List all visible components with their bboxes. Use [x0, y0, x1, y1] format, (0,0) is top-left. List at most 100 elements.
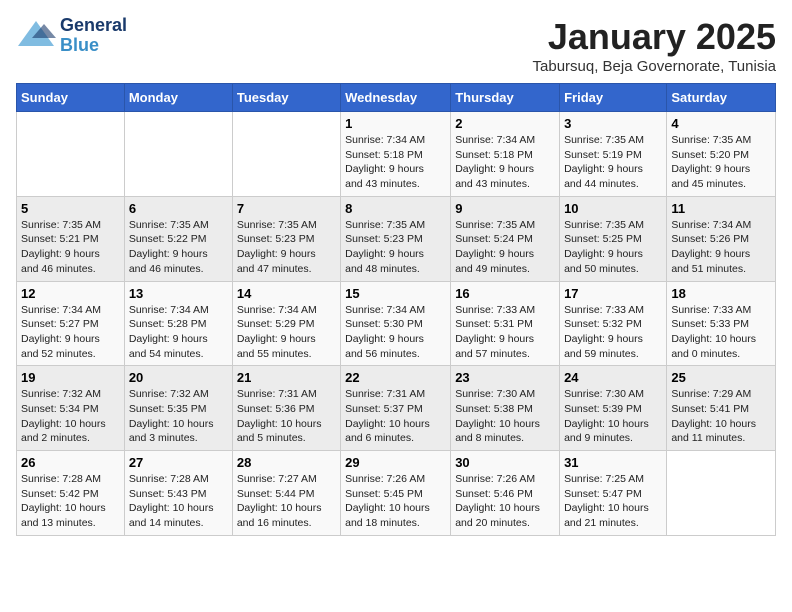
day-number: 21 [237, 370, 336, 385]
calendar-table: Sunday Monday Tuesday Wednesday Thursday… [16, 83, 776, 536]
day-number: 23 [455, 370, 555, 385]
logo-icon [16, 16, 56, 56]
day-info: Sunrise: 7:34 AM Sunset: 5:29 PM Dayligh… [237, 303, 336, 362]
title-block: January 2025 Tabursuq, Beja Governorate,… [533, 16, 776, 75]
calendar-cell [124, 112, 232, 197]
calendar-cell: 31 Sunrise: 7:25 AM Sunset: 5:47 PM Dayli… [560, 451, 667, 536]
day-info: Sunrise: 7:27 AM Sunset: 5:44 PM Dayligh… [237, 472, 336, 531]
calendar-cell: 23 Sunrise: 7:30 AM Sunset: 5:38 PM Dayli… [451, 366, 560, 451]
day-number: 8 [345, 201, 446, 216]
calendar-cell: 7 Sunrise: 7:35 AM Sunset: 5:23 PM Daylig… [232, 196, 340, 281]
col-tuesday: Tuesday [232, 84, 340, 112]
day-number: 1 [345, 116, 446, 131]
calendar-cell: 22 Sunrise: 7:31 AM Sunset: 5:37 PM Dayli… [341, 366, 451, 451]
day-number: 15 [345, 286, 446, 301]
day-info: Sunrise: 7:35 AM Sunset: 5:23 PM Dayligh… [237, 218, 336, 277]
calendar-cell: 20 Sunrise: 7:32 AM Sunset: 5:35 PM Dayli… [124, 366, 232, 451]
logo: General Blue [16, 16, 127, 56]
day-number: 11 [671, 201, 771, 216]
calendar-cell: 28Sunrise: 7:27 AM Sunset: 5:44 PM Dayli… [232, 451, 340, 536]
day-info: Sunrise: 7:35 AM Sunset: 5:23 PM Dayligh… [345, 218, 446, 277]
day-number: 17 [564, 286, 662, 301]
day-number: 31 [564, 455, 662, 470]
day-info: Sunrise: 7:35 AM Sunset: 5:19 PM Dayligh… [564, 133, 662, 192]
col-monday: Monday [124, 84, 232, 112]
calendar-cell: 19 Sunrise: 7:32 AM Sunset: 5:34 PM Dayli… [17, 366, 125, 451]
day-number: 12 [21, 286, 120, 301]
calendar-cell: 8 Sunrise: 7:35 AM Sunset: 5:23 PM Daylig… [341, 196, 451, 281]
calendar-week-1: 1 Sunrise: 7:34 AM Sunset: 5:18 PM Daylig… [17, 112, 776, 197]
day-info: Sunrise: 7:32 AM Sunset: 5:34 PM Dayligh… [21, 387, 120, 446]
location-subtitle: Tabursuq, Beja Governorate, Tunisia [533, 58, 776, 75]
calendar-cell: 12 Sunrise: 7:34 AM Sunset: 5:27 PM Dayli… [17, 281, 125, 366]
day-info: Sunrise: 7:34 AM Sunset: 5:18 PM Dayligh… [345, 133, 446, 192]
day-number: 4 [671, 116, 771, 131]
day-info: Sunrise: 7:30 AM Sunset: 5:38 PM Dayligh… [455, 387, 555, 446]
calendar-week-4: 19 Sunrise: 7:32 AM Sunset: 5:34 PM Dayli… [17, 366, 776, 451]
day-number: 26 [21, 455, 120, 470]
col-saturday: Saturday [667, 84, 776, 112]
day-info: Sunrise: 7:34 AM Sunset: 5:27 PM Dayligh… [21, 303, 120, 362]
day-info: Sunrise: 7:26 AM Sunset: 5:46 PM Dayligh… [455, 472, 555, 531]
day-info: Sunrise: 7:29 AM Sunset: 5:41 PM Dayligh… [671, 387, 771, 446]
day-info: Sunrise: 7:35 AM Sunset: 5:22 PM Dayligh… [129, 218, 228, 277]
day-info: Sunrise: 7:34 AM Sunset: 5:28 PM Dayligh… [129, 303, 228, 362]
day-number: 24 [564, 370, 662, 385]
day-number: 14 [237, 286, 336, 301]
calendar-cell: 9 Sunrise: 7:35 AM Sunset: 5:24 PM Daylig… [451, 196, 560, 281]
day-info: Sunrise: 7:25 AM Sunset: 5:47 PM Dayligh… [564, 472, 662, 531]
day-info: Sunrise: 7:34 AM Sunset: 5:26 PM Dayligh… [671, 218, 771, 277]
day-number: 2 [455, 116, 555, 131]
calendar-cell: 2 Sunrise: 7:34 AM Sunset: 5:18 PM Daylig… [451, 112, 560, 197]
day-number: 16 [455, 286, 555, 301]
day-info: Sunrise: 7:28 AM Sunset: 5:42 PM Dayligh… [21, 472, 120, 531]
calendar-cell: 24 Sunrise: 7:30 AM Sunset: 5:39 PM Dayli… [560, 366, 667, 451]
day-number: 9 [455, 201, 555, 216]
calendar-cell [232, 112, 340, 197]
day-number: 22 [345, 370, 446, 385]
month-title: January 2025 [533, 16, 776, 58]
calendar-cell: 30Sunrise: 7:26 AM Sunset: 5:46 PM Dayli… [451, 451, 560, 536]
calendar-cell: 6 Sunrise: 7:35 AM Sunset: 5:22 PM Daylig… [124, 196, 232, 281]
calendar-cell [667, 451, 776, 536]
day-info: Sunrise: 7:33 AM Sunset: 5:31 PM Dayligh… [455, 303, 555, 362]
day-number: 3 [564, 116, 662, 131]
calendar-cell: 25 Sunrise: 7:29 AM Sunset: 5:41 PM Dayli… [667, 366, 776, 451]
calendar-cell [17, 112, 125, 197]
day-info: Sunrise: 7:31 AM Sunset: 5:37 PM Dayligh… [345, 387, 446, 446]
logo-blue: Blue [60, 36, 127, 56]
day-number: 29 [345, 455, 446, 470]
day-info: Sunrise: 7:33 AM Sunset: 5:32 PM Dayligh… [564, 303, 662, 362]
day-info: Sunrise: 7:28 AM Sunset: 5:43 PM Dayligh… [129, 472, 228, 531]
day-number: 19 [21, 370, 120, 385]
calendar-cell: 16 Sunrise: 7:33 AM Sunset: 5:31 PM Dayli… [451, 281, 560, 366]
day-info: Sunrise: 7:31 AM Sunset: 5:36 PM Dayligh… [237, 387, 336, 446]
logo-general: General [60, 16, 127, 36]
calendar-cell: 4Sunrise: 7:35 AM Sunset: 5:20 PM Daylig… [667, 112, 776, 197]
calendar-cell: 27Sunrise: 7:28 AM Sunset: 5:43 PM Dayli… [124, 451, 232, 536]
calendar-body: 1 Sunrise: 7:34 AM Sunset: 5:18 PM Daylig… [17, 112, 776, 536]
day-number: 13 [129, 286, 228, 301]
day-number: 25 [671, 370, 771, 385]
day-info: Sunrise: 7:34 AM Sunset: 5:18 PM Dayligh… [455, 133, 555, 192]
day-info: Sunrise: 7:30 AM Sunset: 5:39 PM Dayligh… [564, 387, 662, 446]
day-number: 7 [237, 201, 336, 216]
day-info: Sunrise: 7:35 AM Sunset: 5:21 PM Dayligh… [21, 218, 120, 277]
calendar-cell: 5Sunrise: 7:35 AM Sunset: 5:21 PM Daylig… [17, 196, 125, 281]
calendar-cell: 21 Sunrise: 7:31 AM Sunset: 5:36 PM Dayli… [232, 366, 340, 451]
calendar-week-3: 12 Sunrise: 7:34 AM Sunset: 5:27 PM Dayli… [17, 281, 776, 366]
logo-text: General Blue [60, 16, 127, 56]
day-info: Sunrise: 7:32 AM Sunset: 5:35 PM Dayligh… [129, 387, 228, 446]
col-sunday: Sunday [17, 84, 125, 112]
calendar-cell: 26 Sunrise: 7:28 AM Sunset: 5:42 PM Dayli… [17, 451, 125, 536]
day-info: Sunrise: 7:34 AM Sunset: 5:30 PM Dayligh… [345, 303, 446, 362]
page-header: General Blue January 2025 Tabursuq, Beja… [16, 16, 776, 75]
day-number: 6 [129, 201, 228, 216]
day-number: 10 [564, 201, 662, 216]
day-number: 20 [129, 370, 228, 385]
col-wednesday: Wednesday [341, 84, 451, 112]
day-info: Sunrise: 7:26 AM Sunset: 5:45 PM Dayligh… [345, 472, 446, 531]
day-number: 18 [671, 286, 771, 301]
day-info: Sunrise: 7:35 AM Sunset: 5:24 PM Dayligh… [455, 218, 555, 277]
header-row: Sunday Monday Tuesday Wednesday Thursday… [17, 84, 776, 112]
